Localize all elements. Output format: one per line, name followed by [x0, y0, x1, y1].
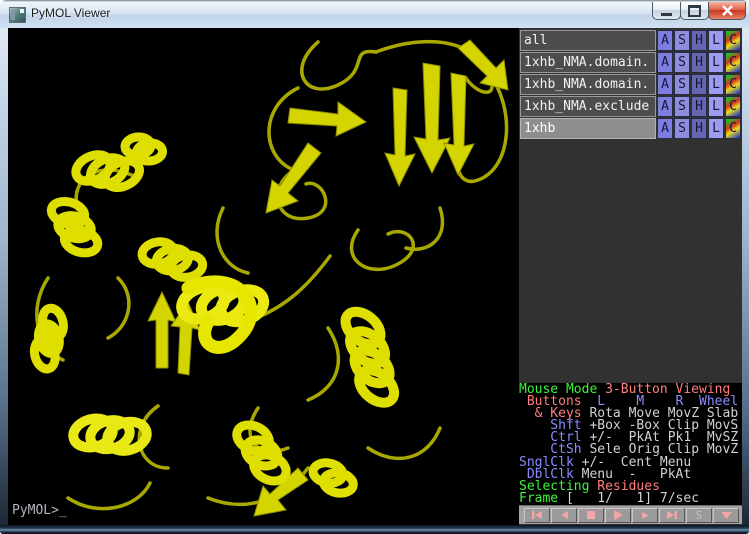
titlebar[interactable]: PyMOL Viewer: [0, 0, 749, 28]
forward-to-end-icon: [666, 510, 678, 520]
app-icon: [9, 7, 26, 23]
playback-bar: S: [519, 505, 742, 524]
stop-button[interactable]: [578, 508, 604, 523]
object-name[interactable]: 1xhb_NMA.domain.: [520, 52, 656, 73]
show-button[interactable]: S: [674, 118, 690, 139]
close-icon: [721, 5, 734, 16]
object-row-domain-2: 1xhb_NMA.domain. A S H L C: [520, 74, 741, 95]
caption-buttons: [653, 2, 746, 20]
hide-button[interactable]: H: [691, 30, 707, 51]
hide-button[interactable]: H: [691, 74, 707, 95]
object-name[interactable]: 1xhb_NMA.exclude: [520, 96, 656, 117]
color-button[interactable]: C: [725, 74, 741, 95]
viewport-3d[interactable]: PyMOL>_: [8, 28, 519, 525]
hide-button[interactable]: H: [691, 52, 707, 73]
action-button[interactable]: A: [657, 52, 673, 73]
action-button[interactable]: A: [657, 30, 673, 51]
maximize-icon: [688, 5, 701, 17]
protein-helices: [24, 135, 423, 495]
stop-icon: [586, 510, 596, 520]
object-name[interactable]: 1xhb: [520, 118, 656, 139]
hide-button[interactable]: H: [691, 96, 707, 117]
show-button[interactable]: S: [674, 74, 690, 95]
label-button[interactable]: L: [708, 52, 724, 73]
play-button[interactable]: [605, 508, 631, 523]
object-row-domain-1: 1xhb_NMA.domain. A S H L C: [520, 52, 741, 73]
step-forward-button[interactable]: [632, 508, 658, 523]
mouse-mode-panel[interactable]: Mouse Mode 3-Button Viewing Buttons L M …: [519, 383, 742, 505]
forward-to-end-button[interactable]: [659, 508, 685, 523]
color-button[interactable]: C: [725, 52, 741, 73]
protein-structure: [8, 28, 519, 525]
action-button[interactable]: A: [657, 118, 673, 139]
window-title: PyMOL Viewer: [31, 6, 110, 20]
action-button[interactable]: A: [657, 96, 673, 117]
minimize-icon: [661, 13, 672, 16]
label-button[interactable]: L: [708, 30, 724, 51]
object-row-1xhb: 1xhb A S H L C: [520, 118, 741, 139]
window-frame-bottom: [0, 525, 749, 534]
minimize-button[interactable]: [652, 2, 681, 20]
color-button[interactable]: C: [725, 96, 741, 117]
frame-counter-line: Frame [ 1/ 1] 7/sec: [519, 493, 742, 505]
object-name[interactable]: 1xhb_NMA.domain.: [520, 74, 656, 95]
object-row-all: all A S H L C: [520, 30, 741, 51]
command-prompt[interactable]: PyMOL>_: [12, 503, 67, 518]
label-button[interactable]: L: [708, 74, 724, 95]
object-name[interactable]: all: [520, 30, 656, 51]
show-button[interactable]: S: [674, 30, 690, 51]
step-back-icon: [559, 510, 569, 520]
show-button[interactable]: S: [674, 52, 690, 73]
color-button[interactable]: C: [725, 30, 741, 51]
label-button[interactable]: L: [708, 96, 724, 117]
label-button[interactable]: L: [708, 118, 724, 139]
menu-down-icon: [720, 511, 733, 520]
action-button[interactable]: A: [657, 74, 673, 95]
hide-button[interactable]: H: [691, 118, 707, 139]
show-button[interactable]: S: [674, 96, 690, 117]
playback-menu-button[interactable]: [713, 508, 739, 523]
step-forward-icon: [641, 511, 650, 520]
close-button[interactable]: [708, 2, 746, 20]
object-list: all A S H L C 1xhb_NMA.domain. A S H L C…: [520, 30, 741, 140]
scene-button-label: S: [696, 510, 703, 521]
object-row-exclude: 1xhb_NMA.exclude A S H L C: [520, 96, 741, 117]
maximize-button[interactable]: [680, 2, 709, 20]
rewind-to-start-button[interactable]: [524, 508, 550, 523]
rewind-to-start-icon: [531, 510, 543, 520]
pymol-viewer-window: PyMOL Viewer: [0, 0, 749, 534]
scene-button[interactable]: S: [686, 508, 712, 523]
play-icon: [613, 509, 624, 521]
step-back-button[interactable]: [551, 508, 577, 523]
sidebar: all A S H L C 1xhb_NMA.domain. A S H L C…: [519, 28, 742, 525]
color-button[interactable]: C: [725, 118, 741, 139]
